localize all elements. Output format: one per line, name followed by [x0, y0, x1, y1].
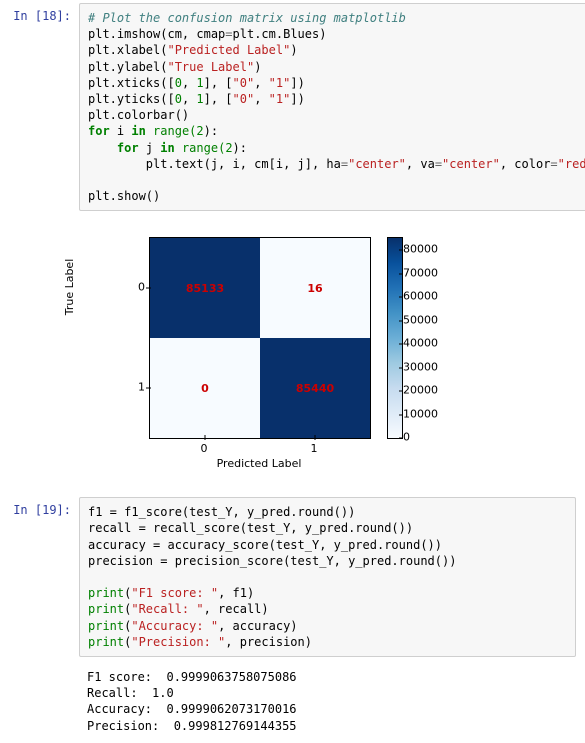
ytick-1: 1 [131, 381, 145, 394]
output-cell-19: Out F1 score: 0.9999063758075086 Recall:… [0, 660, 585, 743]
code-cell-18: In [18]: # Plot the confusion matrix usi… [0, 0, 585, 214]
in-prompt-19: In [19]: [1, 497, 79, 657]
cbtick-1: 10000 [403, 408, 438, 421]
cbtick-8: 80000 [403, 243, 438, 256]
y-axis-label: True Label [63, 237, 76, 337]
cbtick-0: 0 [403, 431, 410, 444]
cbtick-7: 70000 [403, 267, 438, 280]
code-block[interactable]: f1 = f1_score(test_Y, y_pred.round()) re… [88, 504, 567, 650]
xtick-1: 1 [311, 442, 318, 455]
hm-cell-01: 16 [260, 238, 370, 338]
colorbar [387, 237, 403, 439]
hm-cell-00: 85133 [150, 238, 260, 338]
figure-output: 85133 16 0 85440 0 1 0 1 True Label Pred… [79, 217, 576, 491]
x-axis-label: Predicted Label [149, 457, 369, 470]
cbtick-4: 40000 [403, 337, 438, 350]
code-cell-19: In [19]: f1 = f1_score(test_Y, y_pred.ro… [0, 494, 585, 660]
in-prompt-18: In [18]: [1, 3, 79, 211]
comment: # Plot the confusion matrix using matplo… [88, 11, 406, 25]
code-input-18[interactable]: # Plot the confusion matrix using matplo… [79, 3, 585, 211]
hm-cell-10: 0 [150, 338, 260, 438]
heatmap: 85133 16 0 85440 [149, 237, 371, 439]
cbtick-6: 60000 [403, 290, 438, 303]
ytick-0: 0 [131, 281, 145, 294]
code-block[interactable]: # Plot the confusion matrix using matplo… [88, 10, 585, 204]
stdout: F1 score: 0.9999063758075086 Recall: 1.0… [87, 669, 568, 734]
text-output-19: F1 score: 0.9999063758075086 Recall: 1.0… [79, 663, 576, 740]
output-cell-18: Out 85133 16 0 85440 0 1 0 1 True Label … [0, 214, 585, 494]
cbtick-5: 50000 [403, 314, 438, 327]
confusion-matrix-figure: 85133 16 0 85440 0 1 0 1 True Label Pred… [99, 229, 459, 479]
xtick-0: 0 [201, 442, 208, 455]
hm-cell-11: 85440 [260, 338, 370, 438]
code-input-19[interactable]: f1 = f1_score(test_Y, y_pred.round()) re… [79, 497, 576, 657]
cbtick-2: 20000 [403, 384, 438, 397]
cbtick-3: 30000 [403, 361, 438, 374]
